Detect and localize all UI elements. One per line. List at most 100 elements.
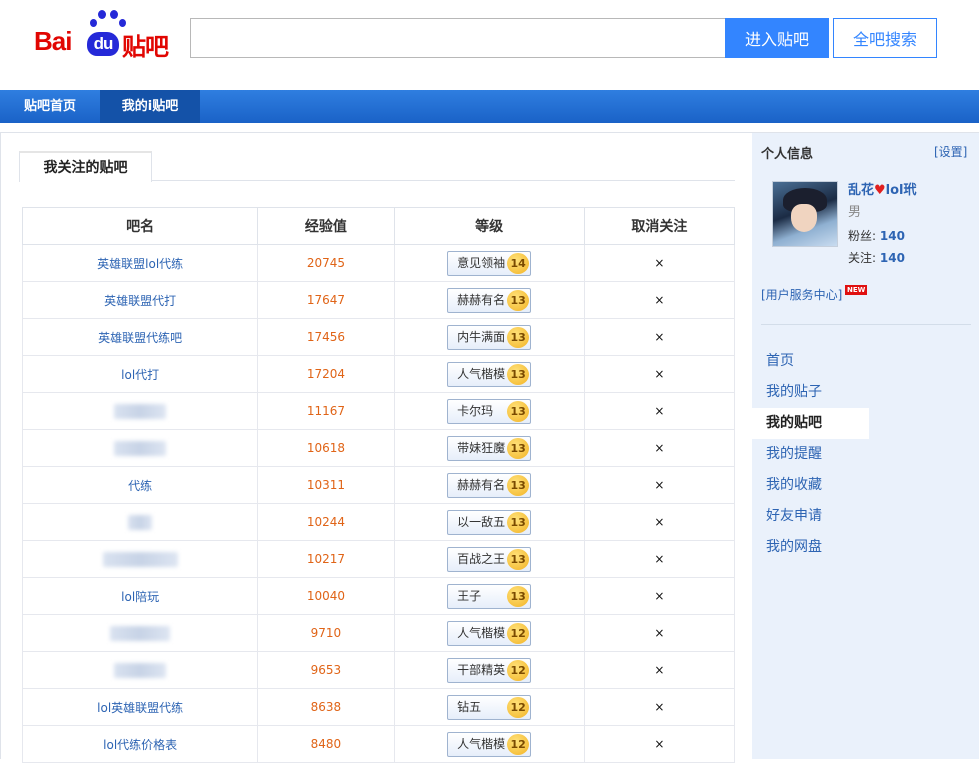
- level-cell: 赫赫有名 13: [393, 466, 585, 504]
- table-row: 9653 干部精英 12 ×: [21, 651, 736, 689]
- forum-name-link[interactable]: lol代打: [21, 355, 259, 393]
- enter-tieba-button[interactable]: 进入贴吧: [725, 18, 829, 58]
- user-service-center-link[interactable]: [用户服务中心]: [761, 286, 842, 303]
- username-part-a: 乱花: [848, 183, 875, 198]
- col-unfollow: 取消关注: [583, 207, 736, 245]
- forum-name-link[interactable]: 代练: [21, 466, 259, 504]
- search-input[interactable]: [190, 18, 726, 58]
- redacted-blur: [114, 440, 167, 456]
- sidebar-item-my-tieba[interactable]: 我的贴吧: [752, 408, 869, 439]
- followed-forums-table: 吧名 经验值 等级 取消关注 英雄联盟lol代练 20745 意见领袖 14 × 英雄联盟…: [21, 207, 736, 763]
- forum-name-redacted[interactable]: [21, 540, 259, 578]
- level-title: 钻五: [457, 699, 482, 714]
- sidebar-item-my-reminders[interactable]: 我的提醒: [752, 439, 869, 470]
- forum-name-redacted[interactable]: [21, 503, 259, 541]
- level-title: 意见领袖: [457, 255, 506, 270]
- sidebar-item-my-favorites[interactable]: 我的收藏: [752, 470, 869, 501]
- unfollow-button[interactable]: ×: [583, 355, 736, 393]
- tab-followed-forums[interactable]: 我关注的贴吧: [19, 151, 152, 182]
- logo-bai: Bai: [34, 26, 72, 56]
- username-part-b: lol玳: [885, 183, 917, 198]
- level-cell: 人气楷模 13: [393, 355, 585, 393]
- unfollow-button[interactable]: ×: [583, 503, 736, 541]
- level-badge[interactable]: 百战之王 13: [447, 546, 532, 572]
- top-navbar: 贴吧首页 我的i贴吧: [0, 90, 979, 123]
- unfollow-button[interactable]: ×: [583, 318, 736, 356]
- col-exp: 经验值: [257, 207, 395, 245]
- unfollow-button[interactable]: ×: [583, 540, 736, 578]
- level-title: 人气楷模: [457, 366, 506, 381]
- nav-my-itieba[interactable]: 我的i贴吧: [100, 90, 200, 123]
- unfollow-button[interactable]: ×: [583, 577, 736, 615]
- level-title: 人气楷模: [457, 736, 506, 751]
- level-number-icon: 14: [507, 252, 530, 274]
- level-number-icon: 12: [507, 733, 530, 755]
- unfollow-button[interactable]: ×: [583, 688, 736, 726]
- level-title: 卡尔玛: [457, 403, 494, 418]
- baidu-tieba-logo[interactable]: Bai du 贴吧: [34, 10, 174, 61]
- level-badge[interactable]: 人气楷模 13: [447, 361, 532, 387]
- level-number-icon: 13: [507, 289, 530, 311]
- exp-value: 10217: [257, 540, 395, 578]
- level-cell: 意见领袖 14: [393, 244, 585, 282]
- forum-name-link[interactable]: lol陪玩: [21, 577, 259, 615]
- level-badge[interactable]: 内牛满面 13: [447, 324, 532, 350]
- forum-name-redacted[interactable]: [21, 614, 259, 652]
- username-link[interactable]: 乱花♥lol玳: [848, 179, 917, 198]
- exp-value: 8638: [257, 688, 395, 726]
- sidebar-item-home[interactable]: 首页: [752, 346, 869, 377]
- level-number-icon: 13: [507, 474, 530, 496]
- forum-name-redacted[interactable]: [21, 651, 259, 689]
- forum-name-link[interactable]: 英雄联盟lol代练: [21, 244, 259, 282]
- new-badge: NEW: [845, 285, 868, 295]
- unfollow-button[interactable]: ×: [583, 392, 736, 430]
- unfollow-button[interactable]: ×: [583, 466, 736, 504]
- level-badge[interactable]: 带妹狂魔 13: [447, 435, 532, 461]
- level-badge[interactable]: 卡尔玛 13: [447, 398, 532, 424]
- unfollow-button[interactable]: ×: [583, 725, 736, 763]
- table-row: 英雄联盟lol代练 20745 意见领袖 14 ×: [21, 244, 736, 282]
- sidebar-item-friend-requests[interactable]: 好友申请: [752, 501, 869, 532]
- unfollow-button[interactable]: ×: [583, 244, 736, 282]
- fans-stat[interactable]: 粉丝: 140: [848, 227, 905, 244]
- search-all-button[interactable]: 全吧搜索: [833, 18, 937, 58]
- unfollow-button[interactable]: ×: [583, 281, 736, 319]
- forum-name-redacted[interactable]: [21, 392, 259, 430]
- level-badge[interactable]: 人气楷模 12: [447, 620, 532, 646]
- nav-tieba-home[interactable]: 贴吧首页: [0, 90, 100, 123]
- forum-name-redacted[interactable]: [21, 429, 259, 467]
- avatar[interactable]: [772, 181, 838, 247]
- unfollow-button[interactable]: ×: [583, 651, 736, 689]
- tab-bar: 我关注的贴吧: [19, 151, 735, 182]
- settings-link[interactable]: [设置]: [934, 143, 967, 160]
- unfollow-button[interactable]: ×: [583, 429, 736, 467]
- forum-name-link[interactable]: 英雄联盟代打: [21, 281, 259, 319]
- table-row: 10244 以一敌五 13 ×: [21, 503, 736, 541]
- forum-name-link[interactable]: lol代练价格表: [21, 725, 259, 763]
- level-cell: 王子 13: [393, 577, 585, 615]
- level-cell: 赫赫有名 13: [393, 281, 585, 319]
- level-badge[interactable]: 钻五 12: [447, 694, 532, 720]
- level-badge[interactable]: 意见领袖 14: [447, 250, 532, 276]
- level-title: 内牛满面: [457, 329, 506, 344]
- sidebar-item-my-netdisk[interactable]: 我的网盘: [752, 532, 869, 563]
- sidebar-divider: [761, 324, 971, 325]
- unfollow-button[interactable]: ×: [583, 614, 736, 652]
- heart-icon: ♥: [874, 183, 886, 198]
- fans-count: 140: [879, 229, 905, 243]
- forum-name-link[interactable]: lol英雄联盟代练: [21, 688, 259, 726]
- level-badge[interactable]: 干部精英 12: [447, 657, 532, 683]
- level-badge[interactable]: 以一敌五 13: [447, 509, 532, 535]
- level-badge[interactable]: 赫赫有名 13: [447, 287, 532, 313]
- level-badge[interactable]: 人气楷模 12: [447, 731, 532, 757]
- level-badge[interactable]: 王子 13: [447, 583, 532, 609]
- level-badge[interactable]: 赫赫有名 13: [447, 472, 532, 498]
- sidebar-item-my-posts[interactable]: 我的贴子: [752, 377, 869, 408]
- follow-stat[interactable]: 关注: 140: [848, 249, 905, 266]
- forum-name-link[interactable]: 英雄联盟代练吧: [21, 318, 259, 356]
- exp-value: 9653: [257, 651, 395, 689]
- exp-value: 17647: [257, 281, 395, 319]
- level-number-icon: 13: [507, 326, 530, 348]
- level-title: 百战之王: [457, 551, 506, 566]
- level-cell: 人气楷模 12: [393, 725, 585, 763]
